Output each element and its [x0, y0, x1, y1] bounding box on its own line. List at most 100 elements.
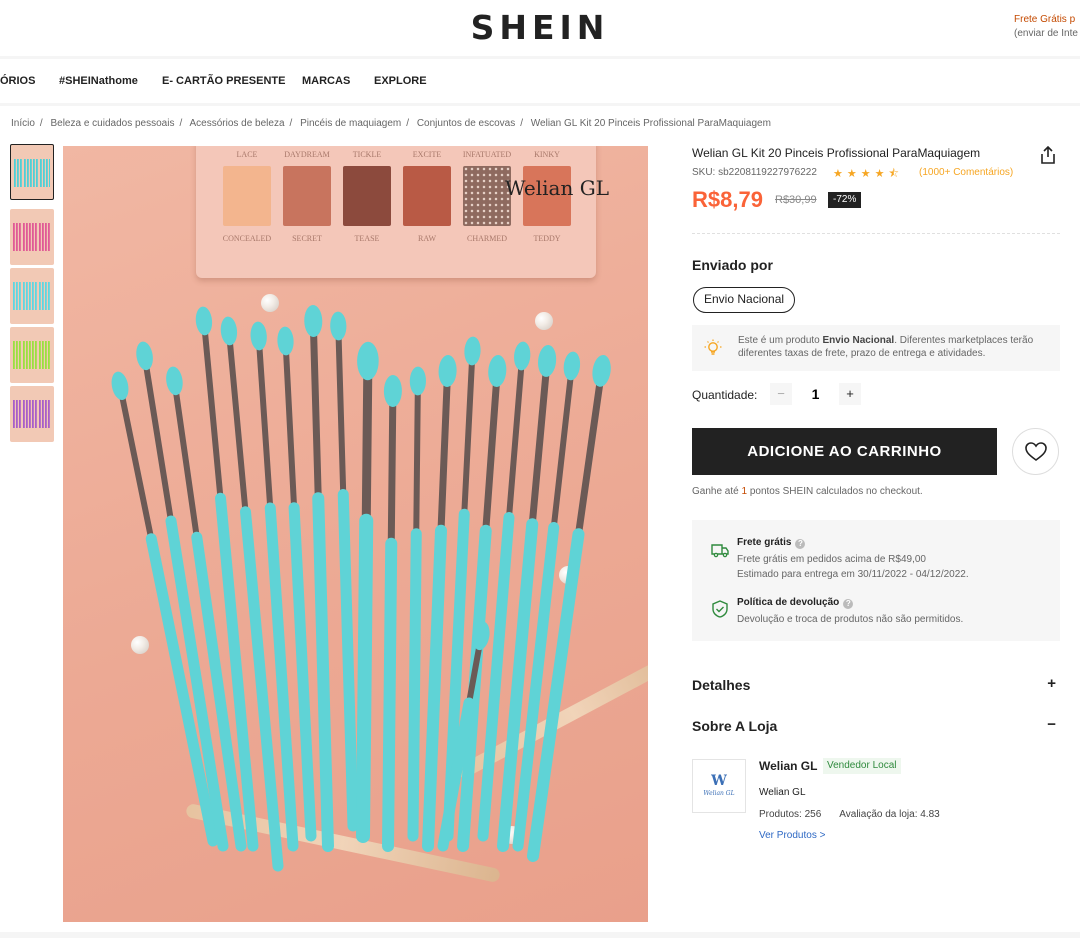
top-header: SHEIN Frete Grátis p (enviar de Inte: [0, 0, 1080, 56]
shipping-notice-text: Este é um produto Envio Nacional. Difere…: [738, 334, 1056, 360]
brush-tip: [538, 345, 557, 377]
store-subname: Welian GL: [759, 787, 806, 798]
details-accordion[interactable]: Detalhes +: [692, 675, 1060, 699]
brush-handle: [337, 489, 359, 832]
shipping-heading: Enviado por: [692, 257, 773, 273]
brush-ferrule: [413, 368, 421, 537]
brush-ferrule: [528, 347, 552, 528]
share-icon[interactable]: [1040, 146, 1056, 164]
thumbnail-green[interactable]: [10, 327, 54, 383]
store-accordion[interactable]: Sobre A Loja −: [692, 716, 1060, 740]
original-price: R$30,99: [775, 194, 817, 206]
brush-ferrule: [225, 318, 249, 515]
quantity-increase-button[interactable]: +: [839, 383, 861, 405]
brush-tip: [277, 326, 294, 356]
nav-item-sheinathome[interactable]: #SHEINathome: [59, 75, 138, 87]
brush-handle: [422, 524, 447, 852]
brush-ferrule: [140, 343, 174, 524]
store-name[interactable]: Welian GL: [759, 759, 817, 773]
free-shipping-promo[interactable]: Frete Grátis p (enviar de Inte: [1014, 13, 1078, 41]
quantity-decrease-button[interactable]: −: [770, 383, 792, 405]
shield-check-icon: [712, 600, 728, 618]
shein-logo[interactable]: SHEIN: [0, 8, 1080, 47]
breadcrumb-conjuntos[interactable]: Conjuntos de escovas: [417, 118, 515, 129]
main-nav: ÓRIOS #SHEINathome E- CARTÃO PRESENTE MA…: [0, 59, 1080, 103]
brush-handle: [356, 513, 374, 843]
product-sku: SKU: sb2208119227976222: [692, 167, 817, 178]
reviews-link[interactable]: (1000+ Comentários): [919, 167, 1013, 178]
thumbnail-pink[interactable]: [10, 209, 54, 265]
shipping-option-button[interactable]: Envio Nacional: [693, 287, 796, 313]
view-products-link[interactable]: Ver Produtos >: [759, 830, 825, 841]
lightbulb-icon: [704, 339, 722, 355]
store-products-count: Produtos: 256: [759, 809, 822, 820]
breadcrumb-pinceis[interactable]: Pincéis de maquiagem: [300, 118, 401, 129]
promo-subtitle: (enviar de Inte: [1014, 28, 1078, 39]
add-to-cart-button[interactable]: ADICIONE AO CARRINHO: [692, 428, 997, 475]
thumbnail-teal[interactable]: [10, 144, 54, 200]
store-logo[interactable]: W Welian GL: [692, 759, 746, 813]
makeup-brushes: [111, 305, 611, 872]
points-text: Ganhe até: [692, 486, 742, 497]
promo-title: Frete Grátis: [1014, 14, 1067, 25]
breadcrumb-inicio[interactable]: Início: [11, 118, 35, 129]
nav-item-marcas[interactable]: MARCAS: [302, 75, 350, 87]
brush-ferrule: [575, 357, 607, 538]
rating-stars-icon: ★★★★⯪: [833, 168, 903, 180]
brush-tip: [166, 366, 183, 396]
breadcrumb-beleza[interactable]: Beleza e cuidados pessoais: [50, 118, 174, 129]
brush-tip: [330, 311, 347, 341]
brush-ferrule: [461, 338, 476, 518]
wishlist-button[interactable]: [1012, 428, 1059, 475]
points-text: pontos SHEIN calculados no checkout.: [747, 486, 923, 497]
thumbnail-cyan[interactable]: [10, 268, 54, 324]
promo-title-suffix: p: [1069, 14, 1076, 25]
help-icon[interactable]: ?: [795, 539, 806, 549]
notice-text: Este é um produto: [738, 335, 823, 346]
brush-tip: [409, 366, 426, 396]
points-info: Ganhe até 1 pontos SHEIN calculados no c…: [692, 486, 923, 497]
breadcrumb-current[interactable]: Welian GL Kit 20 Pinceis Profissional Pa…: [531, 118, 771, 129]
brush-tip: [488, 355, 507, 387]
return-policy-title: Política de devolução?: [737, 597, 854, 609]
nav-item-gift-card[interactable]: E- CARTÃO PRESENTE: [162, 75, 285, 87]
help-icon[interactable]: ?: [843, 599, 854, 609]
brush-tip: [514, 341, 531, 371]
heart-icon: [1025, 442, 1047, 461]
brush-tip: [357, 341, 379, 381]
brush-ferrule: [200, 308, 224, 502]
quantity-input[interactable]: [794, 383, 837, 405]
benefits-box: Frete grátis? Frete grátis em pedidos ac…: [692, 520, 1060, 641]
nav-item-acessorios[interactable]: ÓRIOS: [0, 75, 35, 87]
store-label: Sobre A Loja: [692, 718, 778, 734]
product-page: Início / Beleza e cuidados pessoais / Aces…: [0, 106, 1080, 932]
delivery-truck-icon: [711, 544, 729, 558]
brush-tip: [464, 336, 481, 366]
brush-ferrule: [335, 313, 347, 498]
brush-tip: [250, 321, 267, 351]
thumbnail-purple[interactable]: [10, 386, 54, 442]
local-seller-badge: Vendedor Local: [823, 758, 901, 774]
return-policy-title-text: Política de devolução: [737, 597, 840, 608]
brush-tip: [592, 355, 611, 387]
brush-tip: [111, 371, 129, 400]
discount-badge: -72%: [828, 192, 862, 208]
delivery-estimate: Estimado para entrega em 30/11/2022 - 04…: [737, 569, 969, 580]
quantity-label: Quantidade:: [692, 388, 758, 402]
brush-ferrule: [550, 353, 576, 531]
breadcrumb-acessorios[interactable]: Acessórios de beleza: [189, 118, 284, 129]
shipping-notice: Este é um produto Envio Nacional. Difere…: [692, 325, 1060, 371]
brush-tip: [383, 375, 402, 407]
divider: [692, 233, 1060, 234]
store-rating: Avaliação da loja: 4.83: [839, 809, 940, 820]
free-shipping-title: Frete grátis?: [737, 537, 806, 549]
brush-handle: [407, 528, 422, 842]
main-product-image[interactable]: LACE DAYDREAM TICKLE EXCITE INFATUATED K…: [63, 146, 648, 922]
breadcrumb: Início / Beleza e cuidados pessoais / Aces…: [11, 118, 771, 129]
details-label: Detalhes: [692, 677, 751, 693]
free-shipping-threshold: Frete grátis em pedidos acima de R$49,00: [737, 554, 926, 565]
return-policy-text: Devolução e troca de produtos não são pe…: [737, 614, 964, 625]
nav-item-explore[interactable]: EXPLORE: [374, 75, 427, 87]
store-stats: Produtos: 256 Avaliação da loja: 4.83: [759, 809, 940, 820]
product-title: Welian GL Kit 20 Pinceis Profissional Pa…: [692, 146, 981, 160]
